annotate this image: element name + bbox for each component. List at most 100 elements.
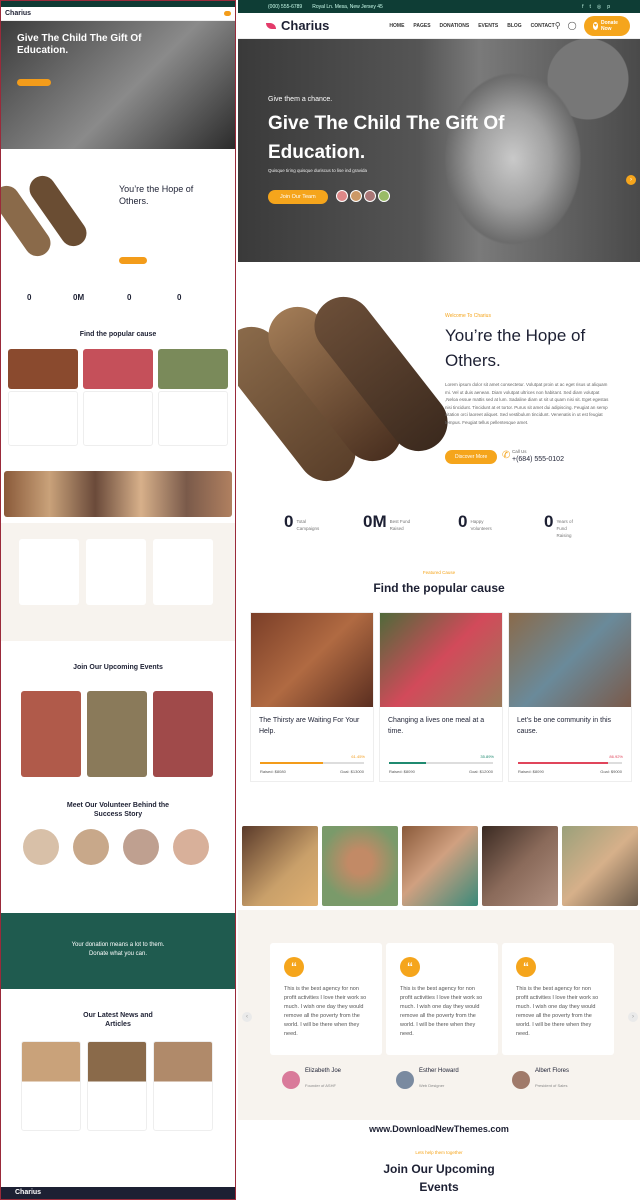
testimonial-prev-arrow[interactable]: ‹ — [242, 1012, 252, 1022]
page-overview-thumbnail: Charius Give The Child The Gift Of Educa… — [0, 0, 236, 1200]
thumb-footer: Charius — [1, 1187, 235, 1199]
thumb-cause-card[interactable] — [83, 391, 153, 446]
avatar — [396, 1071, 414, 1089]
twitter-icon[interactable]: t — [589, 4, 590, 10]
avatar — [336, 190, 348, 202]
thumb-event-card[interactable] — [87, 691, 147, 777]
testimonial-author: Albert Flores President of Sales — [512, 1068, 569, 1092]
thumb-news-card[interactable] — [153, 1041, 213, 1131]
hero-subtitle: Quisque tiring quisque duriscus to lise … — [268, 168, 368, 173]
gallery-image[interactable] — [402, 826, 478, 906]
quote-icon: “ — [400, 957, 420, 977]
nav-item-contact[interactable]: CONTACT — [531, 23, 555, 29]
avatar — [378, 190, 390, 202]
cause-title[interactable]: Let’s be one community in this cause. — [509, 707, 631, 747]
cause-image — [509, 613, 631, 707]
cause-progress-bar — [260, 762, 364, 764]
discover-more-button[interactable]: Discover More — [445, 450, 498, 464]
author-name: Esther Howard — [419, 1068, 459, 1074]
cause-progress-fill — [389, 762, 427, 764]
slider-next-arrow[interactable]: › — [626, 175, 636, 185]
nav-item-home[interactable]: HOME — [389, 23, 404, 29]
thumb-news-card[interactable] — [87, 1041, 147, 1131]
search-icon[interactable]: ⚲ — [555, 21, 561, 30]
nav-item-pages[interactable]: PAGES — [413, 23, 430, 29]
cause-card[interactable]: The Thirsty are Waiting For Your Help. 6… — [250, 612, 374, 782]
cause-goal: Goal: $12000 — [468, 769, 493, 774]
donate-now-button[interactable]: ♥ Donate Now — [583, 15, 630, 36]
donate-button-label: Donate Now — [600, 19, 618, 32]
stat-volunteers: 0 Happy Volunteers — [458, 512, 492, 532]
cause-percent: 35.89% — [480, 754, 494, 759]
testimonial-author: Esther Howard Web Designer — [396, 1068, 459, 1092]
cause-card[interactable]: Changing a lives one meal at a time. 35.… — [379, 612, 503, 782]
testimonial-text: This is the best agency for non profit a… — [400, 986, 483, 1037]
testimonial-text: This is the best agency for non profit a… — [516, 986, 599, 1037]
thumb-cta-line1: Your donation means a lot to them. — [71, 942, 165, 948]
thumb-hero-button[interactable] — [17, 79, 51, 86]
testimonial-text: This is the best agency for non profit a… — [284, 986, 367, 1037]
testimonial-next-arrow[interactable]: › — [628, 1012, 638, 1022]
top-bar: (000) 555-6789 Royal Ln. Mesa, New Jerse… — [238, 0, 640, 13]
logo-text: Charius — [281, 18, 330, 33]
thumb-logo[interactable]: Charius — [5, 10, 31, 17]
topbar-phone[interactable]: (000) 555-6789 — [268, 4, 302, 10]
hero-section: Give them a chance. Give The Child The G… — [238, 39, 640, 262]
stat-value: 0 — [544, 512, 554, 531]
phone-icon: ✆ — [502, 450, 511, 461]
page-detail-view: (000) 555-6789 Royal Ln. Mesa, New Jerse… — [238, 0, 640, 1200]
thumb-volunteer-avatar — [23, 829, 59, 865]
join-team-button[interactable]: Join Our Team — [268, 190, 328, 204]
cause-title[interactable]: The Thirsty are Waiting For Your Help. — [251, 707, 373, 747]
social-links: f t ◎ p — [582, 4, 610, 10]
instagram-icon[interactable]: ◎ — [597, 4, 601, 10]
photo-gallery — [238, 826, 640, 906]
nav-item-donations[interactable]: DONATIONS — [440, 23, 470, 29]
cause-raised: Raised: $8080 — [260, 769, 286, 774]
thumb-testimonials — [1, 523, 235, 641]
facebook-icon[interactable]: f — [582, 4, 583, 10]
thumb-gallery — [4, 471, 232, 517]
thumb-testimonial-card — [153, 539, 213, 605]
heart-icon: ♥ — [592, 21, 598, 30]
gallery-image[interactable] — [322, 826, 398, 906]
cause-percent: 61.45% — [351, 754, 365, 759]
author-name: Albert Flores — [535, 1068, 570, 1074]
causes-kicker: Featured Cause — [422, 570, 456, 575]
thumb-footer-logo[interactable]: Charius — [15, 1189, 41, 1196]
thumb-event-card[interactable] — [21, 691, 81, 777]
cause-progress-fill — [260, 762, 324, 764]
events-kicker: Lets help them together — [415, 1150, 463, 1155]
gallery-image[interactable] — [562, 826, 638, 906]
thumb-about-button[interactable] — [119, 257, 147, 264]
main-navbar: Charius HOME PAGES DONATIONS EVENTS BLOG… — [238, 13, 640, 39]
nav-item-events[interactable]: EVENTS — [478, 23, 498, 29]
pinterest-icon[interactable]: p — [607, 4, 610, 10]
gallery-image[interactable] — [482, 826, 558, 906]
cause-title[interactable]: Changing a lives one meal at a time. — [380, 707, 502, 747]
nav-item-blog[interactable]: BLOG — [507, 23, 521, 29]
thumb-cause-card[interactable] — [8, 391, 78, 446]
thumb-news-title: Our Latest News and Articles — [83, 1012, 153, 1028]
thumb-cause-image — [8, 349, 78, 389]
testimonials-section: ‹ › “ This is the best agency for non pr… — [238, 910, 640, 1120]
thumb-news-card[interactable] — [21, 1041, 81, 1131]
thumb-event-card[interactable] — [153, 691, 213, 777]
gallery-image[interactable] — [242, 826, 318, 906]
stat-campaigns: 0 Total Campaigns — [284, 512, 319, 532]
avatar — [282, 1071, 300, 1089]
thumb-navbar: Charius — [1, 7, 235, 21]
user-icon[interactable]: ◯ — [568, 21, 577, 30]
testimonial-card: “ This is the best agency for non profit… — [386, 943, 498, 1055]
thumb-about-title: You’re the Hope of Others. — [119, 184, 194, 206]
cause-goal: Goal: $13000 — [339, 769, 364, 774]
cause-card[interactable]: Let’s be one community in this cause. 86… — [508, 612, 632, 782]
testimonial-card: “ This is the best agency for non profit… — [270, 943, 382, 1055]
call-number[interactable]: +(684) 555-0102 — [512, 456, 564, 463]
site-logo[interactable]: Charius — [266, 18, 329, 33]
cause-progress-bar — [518, 762, 622, 764]
watermark: www.DownloadNewThemes.com — [369, 1124, 509, 1134]
thumb-cause-card[interactable] — [158, 391, 228, 446]
thumb-donate-button[interactable] — [224, 11, 231, 16]
thumb-about: You’re the Hope of Others. — [1, 161, 235, 271]
